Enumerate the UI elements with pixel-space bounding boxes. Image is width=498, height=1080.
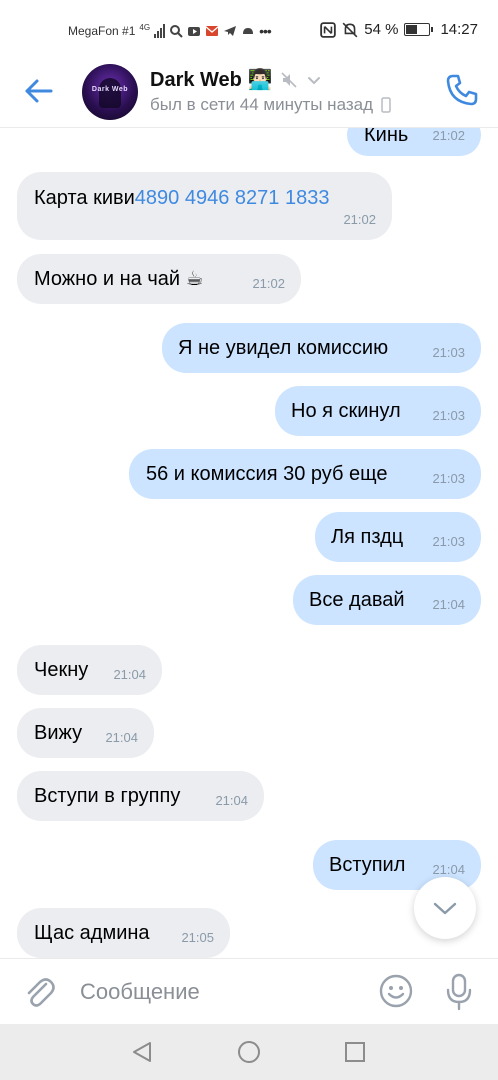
chevron-down-icon[interactable]: [306, 72, 322, 88]
message-time: 21:03: [432, 471, 465, 486]
status-left: MegaFon #1 4G •••: [68, 22, 272, 40]
message-bubble-outgoing[interactable]: Ля пздц 21:03: [315, 512, 481, 562]
message-time: 21:04: [215, 793, 248, 808]
message-time: 21:05: [181, 930, 214, 945]
app-icon: [243, 28, 254, 34]
message-time: 21:04: [432, 597, 465, 612]
message-bubble-outgoing[interactable]: Но я скинул 21:03: [275, 386, 481, 436]
message-composer: Сообщение: [0, 958, 498, 1024]
message-bubble-outgoing[interactable]: Все давай 21:04: [293, 575, 481, 625]
message-text: Можно и на чай ☕: [34, 268, 204, 290]
last-seen-label: был в сети 44 минуты назад: [150, 95, 374, 114]
message-time: 21:02: [343, 212, 376, 227]
battery-fill: [406, 25, 418, 34]
avatar-text: Dark Web: [91, 86, 129, 93]
message-text: Карта киви: [34, 187, 135, 209]
chat-name-label: Dark Web 👨🏻‍💻: [150, 69, 273, 91]
message-text: Кинь: [364, 128, 409, 146]
mobile-icon: [381, 97, 391, 113]
message-time: 21:03: [432, 345, 465, 360]
signal-icon: [154, 24, 166, 38]
message-text: Я не увидел комиссию: [178, 337, 389, 359]
message-bubble-incoming[interactable]: Щас админа 21:05: [17, 908, 230, 958]
avatar-figure: [99, 78, 121, 108]
message-text: Вижу: [34, 722, 83, 744]
back-arrow-icon[interactable]: [22, 74, 56, 108]
message-bubble-incoming[interactable]: Карта киви 4890 4946 8271 1833 21:02: [17, 172, 392, 240]
message-bubble-incoming[interactable]: Вступи в группу 21:04: [17, 771, 264, 821]
message-text: Вступил: [329, 854, 406, 876]
search-icon: [170, 25, 183, 38]
bell-muted-icon: [342, 22, 358, 37]
phone-icon[interactable]: [444, 72, 480, 108]
message-text: Но я скинул: [291, 400, 401, 422]
back-nav-icon[interactable]: [130, 1040, 154, 1064]
message-time: 21:03: [432, 534, 465, 549]
clock-label: 14:27: [440, 21, 478, 38]
scroll-down-button[interactable]: [414, 877, 476, 939]
message-text: Ля пздц: [331, 526, 404, 548]
status-right: 54 % 14:27: [320, 21, 478, 38]
message-text: Все давай: [309, 589, 405, 611]
message-input[interactable]: Сообщение: [80, 979, 200, 1005]
message-bubble-incoming[interactable]: Чекну 21:04: [17, 645, 162, 695]
chat-header: Dark Web Dark Web 👨🏻‍💻 был в сети 44 мин…: [0, 60, 498, 128]
youtube-icon: [188, 27, 201, 36]
network-label: 4G: [139, 22, 151, 32]
telegram-icon: [224, 26, 237, 36]
recents-nav-icon[interactable]: [343, 1040, 367, 1064]
emoji-icon[interactable]: [378, 973, 414, 1009]
avatar[interactable]: Dark Web: [82, 64, 138, 120]
microphone-icon[interactable]: [444, 973, 474, 1011]
battery-label: 54 %: [364, 21, 399, 38]
message-time: 21:04: [105, 730, 138, 745]
carrier-label: MegaFon #1: [68, 24, 136, 38]
message-text: Вступи в группу: [34, 785, 181, 807]
muted-icon: [281, 71, 297, 88]
message-bubble-outgoing[interactable]: Кинь 21:02: [347, 128, 481, 156]
status-bar: MegaFon #1 4G ••• 54 % 14:27: [0, 0, 498, 60]
message-time: 21:02: [252, 276, 285, 291]
battery-icon: [404, 23, 434, 36]
more-icon: •••: [259, 23, 272, 39]
message-list[interactable]: Кинь 21:02 Карта киви 4890 4946 8271 183…: [0, 128, 498, 958]
message-time: 21:03: [432, 408, 465, 423]
message-text: Чекну: [34, 659, 89, 681]
message-text: Щас админа: [34, 922, 150, 944]
message-bubble-outgoing[interactable]: 56 и комиссия 30 руб еще 21:03: [129, 449, 481, 499]
message-time: 21:04: [113, 667, 146, 682]
home-nav-icon[interactable]: [237, 1040, 261, 1064]
message-bubble-incoming[interactable]: Можно и на чай ☕ 21:02: [17, 254, 301, 304]
chat-status: был в сети 44 минуты назад: [150, 95, 391, 115]
message-text: 56 и комиссия 30 руб еще: [146, 463, 388, 485]
message-bubble-incoming[interactable]: Вижу 21:04: [17, 708, 154, 758]
card-number-link[interactable]: 4890 4946 8271 1833: [135, 186, 330, 210]
system-nav-bar: [0, 1024, 498, 1080]
message-time: 21:02: [432, 128, 465, 143]
mail-icon: [205, 26, 219, 36]
message-bubble-outgoing[interactable]: Я не увидел комиссию 21:03: [162, 323, 481, 373]
chat-title[interactable]: Dark Web 👨🏻‍💻: [150, 67, 322, 92]
scroll-down-icon: [433, 902, 457, 915]
attach-icon[interactable]: [22, 974, 56, 1010]
nfc-icon: [320, 21, 337, 38]
